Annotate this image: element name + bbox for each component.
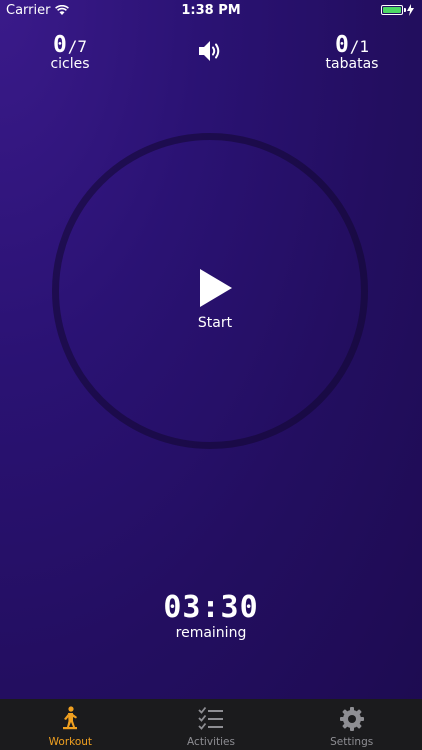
tab-settings[interactable]: Settings (281, 699, 422, 750)
tab-activities-label: Activities (187, 736, 235, 748)
play-icon (200, 269, 232, 307)
tab-settings-label: Settings (330, 736, 374, 748)
remaining-label: remaining (175, 625, 247, 641)
tab-workout-label: Workout (48, 736, 93, 748)
tab-bar: Workout Activities Settings (0, 699, 422, 750)
gear-icon (339, 707, 364, 731)
charging-icon (407, 4, 414, 16)
cycles-label: cicles (50, 56, 90, 72)
sound-toggle-button[interactable] (197, 38, 225, 64)
tab-workout[interactable]: Workout (0, 699, 141, 750)
status-bar: Carrier 1:38 PM (0, 0, 422, 22)
start-label[interactable]: Start (0, 315, 422, 331)
timer-display: 03:30 remaining (0, 590, 422, 641)
tabatas-counter: 0/1 tabatas (318, 32, 386, 72)
battery-icon (381, 5, 406, 15)
speaker-icon (199, 41, 220, 61)
tabatas-total: /1 (349, 37, 370, 56)
cycles-total: /7 (67, 37, 88, 56)
workout-figure-icon (63, 706, 78, 730)
cycles-value: 0 (52, 32, 68, 58)
tabatas-value: 0 (334, 32, 350, 58)
cycles-counter: 0/7 cicles (40, 32, 100, 72)
clock: 1:38 PM (181, 3, 241, 18)
start-button[interactable] (196, 268, 236, 308)
time-remaining: 03:30 (163, 590, 259, 625)
tabatas-label: tabatas (325, 56, 379, 72)
checklist-icon (198, 706, 223, 730)
tab-activities[interactable]: Activities (141, 699, 282, 750)
